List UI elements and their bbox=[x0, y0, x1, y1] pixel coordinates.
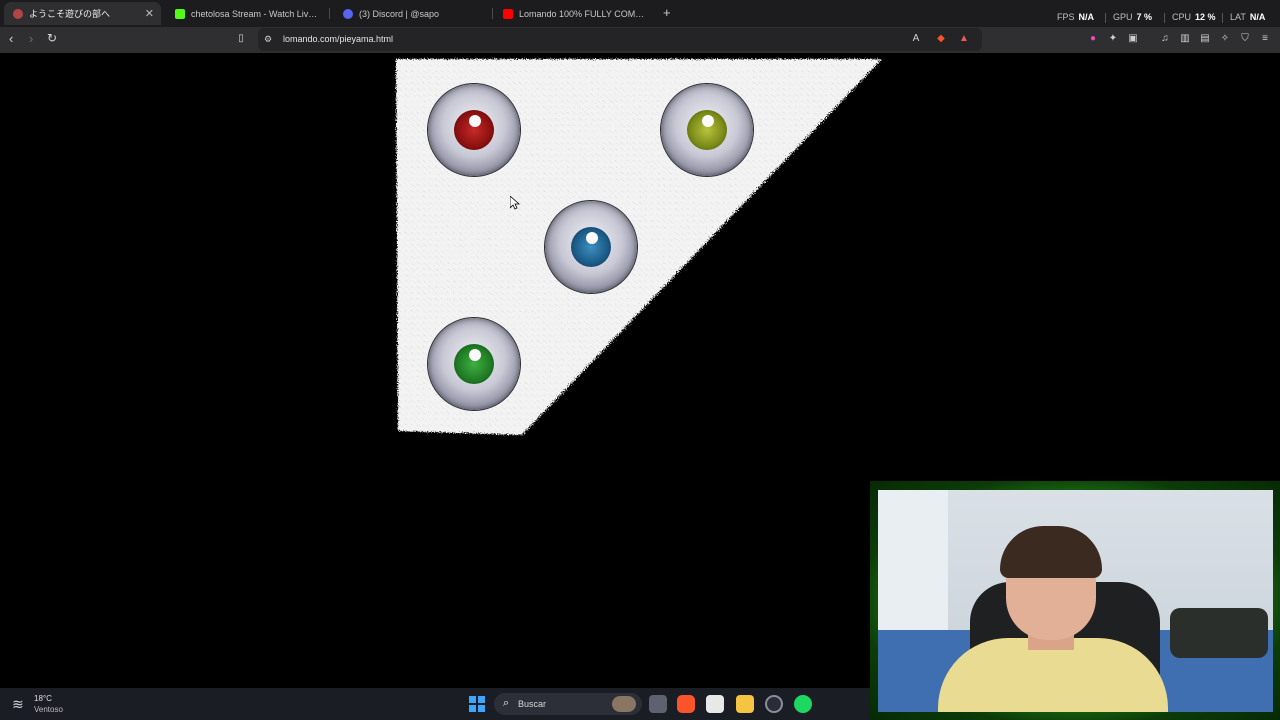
sidebar-icon[interactable]: ▥ bbox=[1179, 33, 1191, 45]
webcam-window-light bbox=[878, 490, 948, 640]
microsoft-store-icon[interactable] bbox=[706, 695, 724, 713]
search-icon: ⌕ bbox=[503, 697, 510, 709]
app-icon[interactable] bbox=[765, 695, 783, 713]
reload-icon[interactable]: ↻ bbox=[47, 31, 57, 45]
search-placeholder: Buscar bbox=[518, 699, 547, 709]
leo-ai-icon[interactable]: ● bbox=[1087, 33, 1099, 45]
eye-highlight bbox=[586, 232, 598, 244]
windows-logo-pane bbox=[477, 696, 485, 704]
red-eye[interactable] bbox=[428, 84, 520, 176]
windows-logo-pane bbox=[469, 704, 477, 712]
perf-divider bbox=[1164, 13, 1165, 23]
weather-description[interactable]: Ventoso bbox=[34, 705, 63, 714]
bookmark-icon[interactable]: ▯ bbox=[235, 33, 247, 45]
url-text[interactable]: lomando.com/pieyama.html bbox=[283, 34, 393, 44]
green-iris bbox=[454, 344, 494, 384]
mouse-cursor-icon bbox=[510, 196, 520, 210]
cpu-readout: CPU 12 % bbox=[1172, 12, 1216, 22]
back-icon[interactable]: ‹ bbox=[9, 31, 13, 46]
fps-readout: FPS N/A bbox=[1057, 12, 1095, 22]
forward-icon[interactable]: › bbox=[29, 31, 33, 46]
translate-icon[interactable]: A bbox=[910, 33, 922, 45]
vpn-shield-icon[interactable]: ⛉ bbox=[1239, 33, 1251, 45]
tab-discord[interactable]: (3) Discord | @sapo bbox=[334, 2, 484, 25]
tab-title: chetolosa Stream - Watch Live on Kick bbox=[191, 8, 322, 19]
search-highlight-icon bbox=[612, 696, 636, 712]
tab-title: (3) Discord | @sapo bbox=[359, 8, 439, 19]
blue-iris bbox=[571, 227, 611, 267]
tab-divider bbox=[329, 8, 330, 19]
weather-temperature[interactable]: 18°C bbox=[34, 694, 52, 703]
kick-icon bbox=[175, 8, 185, 19]
tab-title: ようこそ遊びの部へ bbox=[29, 9, 111, 19]
site-settings-icon[interactable]: ⚙ bbox=[262, 33, 274, 45]
brave-browser-icon[interactable] bbox=[677, 695, 695, 713]
leo-star-icon[interactable]: ✧ bbox=[1219, 33, 1231, 45]
brave-shields-icon[interactable]: ◆ bbox=[935, 33, 947, 45]
address-bar[interactable]: ⚙ lomando.com/pieyama.html A ◆ ▲ bbox=[258, 28, 982, 51]
task-view-icon[interactable] bbox=[649, 695, 667, 713]
tab-strip: ようこそ遊びの部へ ✕ chetolosa Stream - Watch Liv… bbox=[0, 0, 1280, 27]
eye-highlight bbox=[469, 115, 481, 127]
youtube-icon bbox=[503, 8, 513, 19]
windows-logo-pane bbox=[477, 704, 485, 712]
lat-readout: LAT N/A bbox=[1230, 12, 1266, 22]
tab-youtube[interactable]: Lomando 100% FULLY COMPLETED S bbox=[494, 2, 650, 25]
tab-favicon-icon bbox=[13, 8, 23, 19]
webcam-person-hair bbox=[1000, 526, 1102, 578]
extensions-icon[interactable]: ✦ bbox=[1107, 33, 1119, 45]
wallet-icon[interactable]: ▤ bbox=[1199, 33, 1211, 45]
tab-divider bbox=[492, 8, 493, 19]
taskbar: ≋ 18°C Ventoso ⌕ Buscar bbox=[0, 688, 870, 720]
eye-highlight bbox=[702, 115, 714, 127]
start-button[interactable] bbox=[469, 696, 485, 712]
menu-icon[interactable]: ≡ bbox=[1259, 33, 1271, 45]
file-explorer-icon[interactable] bbox=[736, 695, 754, 713]
tab-kick[interactable]: chetolosa Stream - Watch Live on Kick bbox=[166, 2, 322, 25]
perf-divider bbox=[1105, 13, 1106, 23]
browser-toolbar: ‹ › ↻ ▯ ⚙ lomando.com/pieyama.html A ◆ ▲… bbox=[0, 27, 1280, 53]
tab-title: Lomando 100% FULLY COMPLETED S bbox=[519, 8, 650, 19]
eye-highlight bbox=[469, 349, 481, 361]
blue-eye[interactable] bbox=[545, 201, 637, 293]
yellow-green-eye[interactable] bbox=[661, 84, 753, 176]
taskbar-search[interactable]: ⌕ Buscar bbox=[494, 693, 642, 715]
spotify-icon[interactable] bbox=[794, 695, 812, 713]
windows-logo-pane bbox=[469, 696, 477, 704]
webcam-pillow bbox=[1170, 608, 1268, 658]
green-eye[interactable] bbox=[428, 318, 520, 410]
perf-divider bbox=[1222, 13, 1223, 23]
new-tab-button[interactable]: + bbox=[663, 5, 671, 20]
red-iris bbox=[454, 110, 494, 150]
yellow-green-iris bbox=[687, 110, 727, 150]
tab-search-icon[interactable]: ▣ bbox=[1127, 33, 1139, 45]
webcam-feed bbox=[878, 490, 1273, 712]
gpu-readout: GPU 7 % bbox=[1113, 12, 1153, 22]
media-icon[interactable]: ♫ bbox=[1159, 33, 1171, 45]
windy-weather-icon[interactable]: ≋ bbox=[12, 696, 24, 713]
brave-rewards-icon[interactable]: ▲ bbox=[958, 33, 970, 45]
discord-icon bbox=[343, 8, 353, 19]
close-tab-icon[interactable]: ✕ bbox=[145, 7, 154, 20]
tab-youkoso[interactable]: ようこそ遊びの部へ ✕ bbox=[4, 2, 161, 25]
webcam-overlay bbox=[870, 481, 1280, 720]
